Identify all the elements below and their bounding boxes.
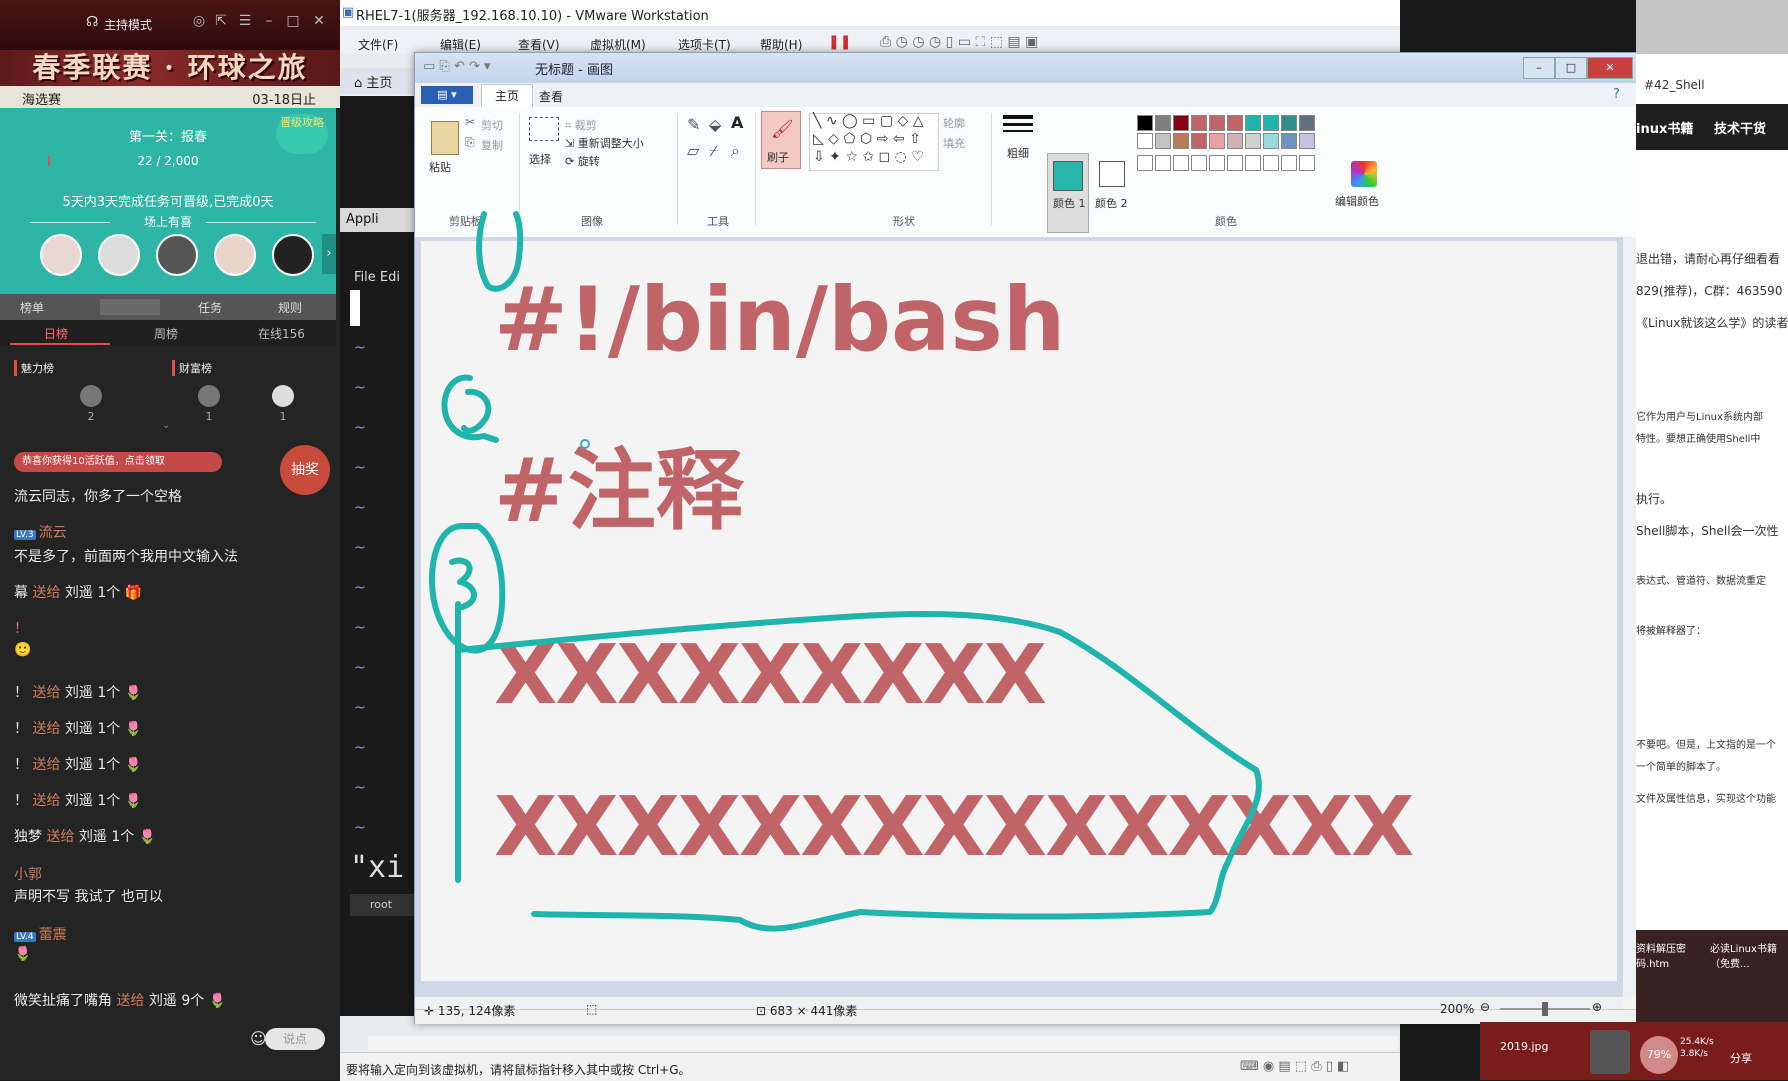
article-text: 执行。 — [1636, 492, 1673, 506]
handwritten-number-3 — [449, 557, 477, 611]
zoom-level: 200% — [1440, 1002, 1475, 1016]
handwritten-number-1 — [476, 211, 524, 292]
share-button[interactable]: 分享 — [1730, 1050, 1752, 1066]
download-speed: 3.8K/s — [1680, 1049, 1708, 1059]
handwritten-annotations — [429, 211, 1262, 932]
bracket-annotation — [455, 610, 1262, 932]
zoom-in-icon[interactable]: ⊕ — [1592, 1000, 1602, 1014]
canvas-size-icon: ⊡ — [756, 1004, 770, 1018]
cursor-position: ✛ 135, 124像素 — [424, 1002, 515, 1019]
browser-top — [1636, 0, 1788, 54]
article-text: 表达式、管道符、数据流重定 — [1636, 576, 1766, 587]
nav-tech-articles[interactable]: 技术干货 — [1714, 118, 1766, 137]
nav-linux-books[interactable]: inux书籍 — [1636, 118, 1693, 137]
article-text: 它作为用户与Linux系统内部 — [1636, 412, 1763, 423]
webcam-avatar — [1590, 1030, 1630, 1074]
article-text: 《Linux就该这么学》的读者 — [1636, 316, 1788, 330]
canvas-size-value: 683 × 441像素 — [769, 1004, 858, 1018]
article-text: 829(推荐)，C群：463590 — [1636, 284, 1783, 298]
desktop-file[interactable]: 2019.jpg — [1500, 1040, 1549, 1053]
article-text: 将被解释器了： — [1636, 626, 1706, 637]
zoom-out-icon[interactable]: ⊖ — [1480, 1000, 1490, 1014]
handwritten-number-2 — [441, 374, 499, 443]
cursor-position-icon: ✛ — [424, 1004, 438, 1018]
article-text: 特性。要想正确使用Shell中 — [1636, 434, 1761, 445]
cursor-position-value: 135, 124像素 — [437, 1004, 516, 1018]
browser-window: #42_Shell inux书籍 技术干货 退出错，请耐心再仔细看看 829(推… — [1636, 0, 1788, 1080]
network-badge[interactable]: 79% — [1640, 1036, 1678, 1074]
desktop-file[interactable]: 资料解压密码.htm — [1636, 940, 1706, 970]
desktop-file[interactable]: 必读Linux书籍（免费... — [1710, 940, 1788, 970]
article-text: 退出错，请耐心再仔细看看 — [1636, 252, 1781, 266]
article-text: 不要吧。但是，上文指的是一个 — [1636, 740, 1776, 751]
browser-tab-title[interactable]: #42_Shell — [1644, 78, 1705, 92]
zoom-slider-thumb[interactable] — [1542, 1002, 1548, 1016]
selection-icon: ⬚ — [586, 1002, 598, 1016]
article-text: 文件及属性信息，实现这个功能 — [1636, 794, 1776, 805]
canvas-size: ⊡ 683 × 441像素 — [756, 1002, 857, 1019]
upload-speed: 25.4K/s — [1680, 1037, 1714, 1047]
network-speed: 25.4K/s 3.8K/s — [1680, 1036, 1714, 1060]
article-text: Shell脚本，Shell会一次性 — [1636, 524, 1779, 538]
article-text: 一个简单的脚本了。 — [1636, 762, 1726, 773]
cursor-crosshair-icon — [580, 439, 590, 449]
